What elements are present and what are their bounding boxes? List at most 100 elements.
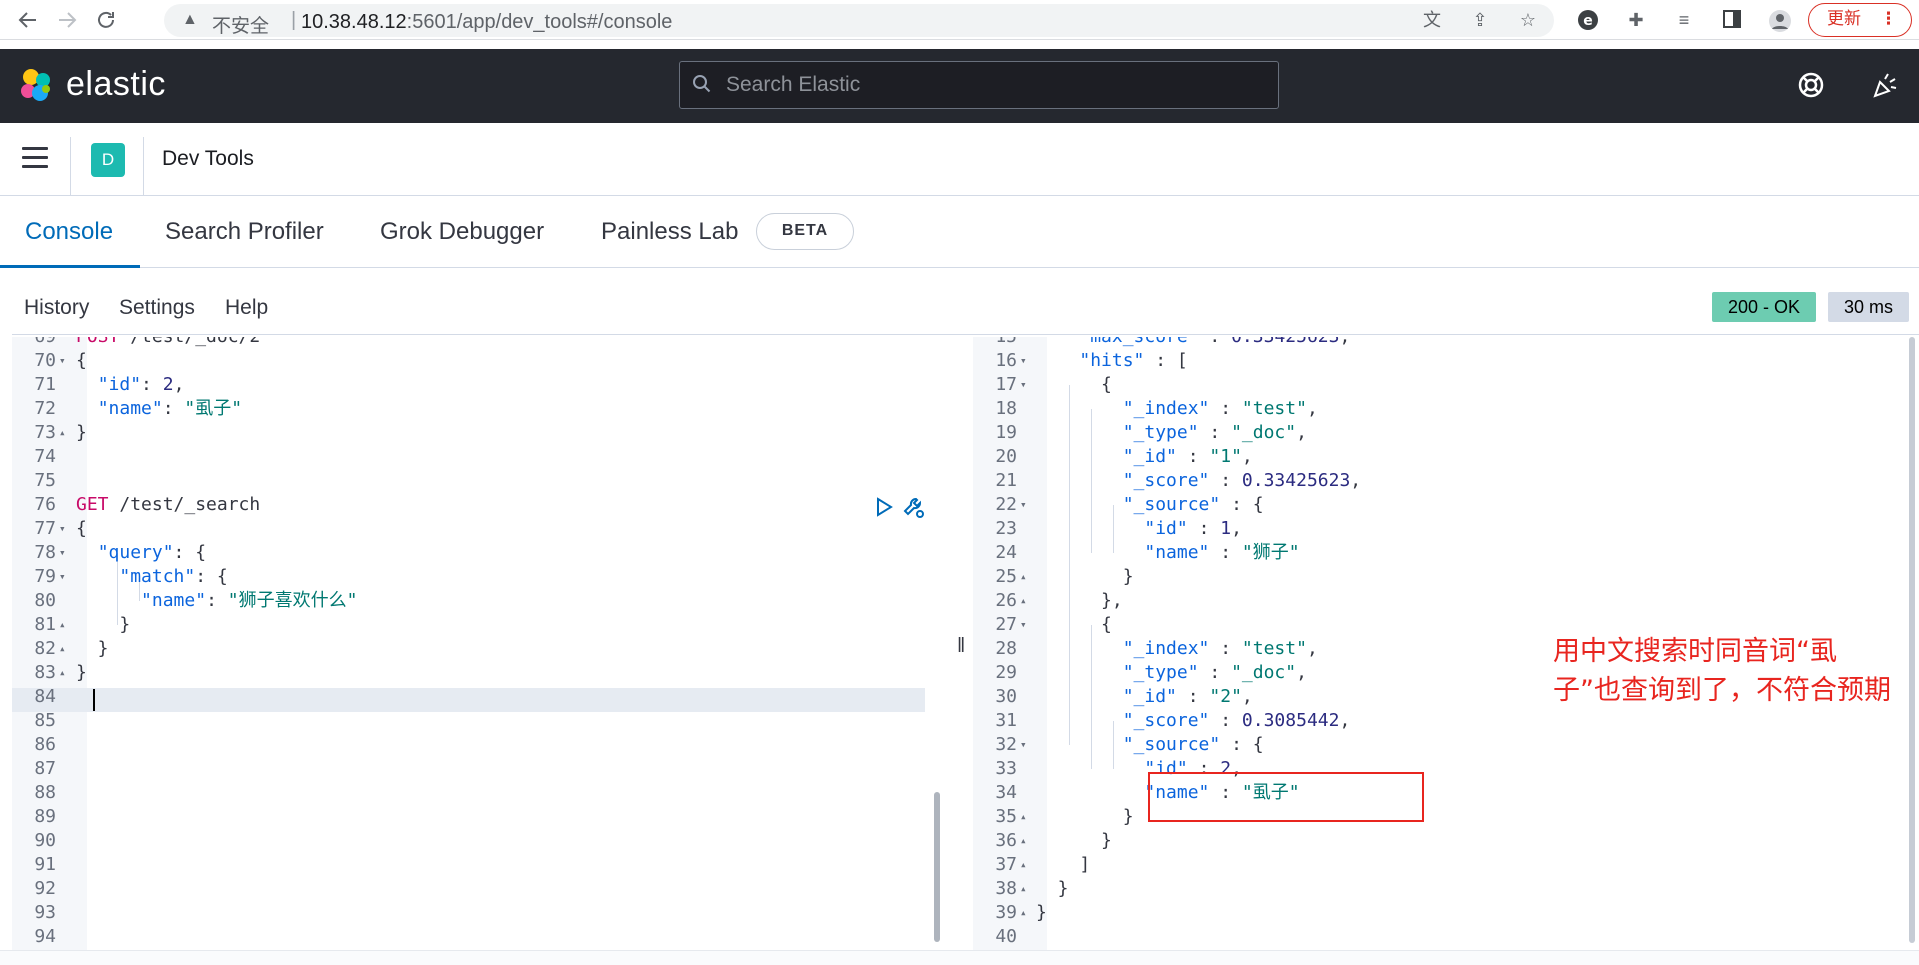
line-number: 38 (995, 878, 1017, 899)
fold-close-icon[interactable]: ▴ (1020, 901, 1027, 925)
resize-handle-icon[interactable]: ‖ (957, 635, 965, 658)
newsfeed-icon[interactable] (1870, 70, 1900, 100)
fold-close-icon[interactable]: ▴ (1020, 565, 1027, 589)
tab-console[interactable]: Console (0, 196, 140, 268)
fold-close-icon[interactable]: ▴ (1020, 853, 1027, 877)
fold-open-icon[interactable]: ▾ (59, 517, 66, 541)
scrollbar[interactable] (934, 792, 940, 942)
search-input[interactable] (726, 62, 1266, 107)
url-separator: | (291, 9, 297, 31)
line-number: 24 (995, 542, 1017, 563)
line-number: 82 (34, 638, 56, 659)
fold-open-icon[interactable]: ▾ (1020, 733, 1027, 757)
media-icon[interactable]: ≡ (1672, 9, 1696, 31)
code-text: "hits" : [ (1079, 350, 1188, 371)
line-number: 15 (973, 337, 1017, 349)
line-number: 79 (34, 566, 56, 587)
fold-close-icon[interactable]: ▴ (1020, 829, 1027, 853)
request-editor[interactable]: 69POST /test/_doc/270▾{71 "id": 2,72 "na… (12, 337, 949, 950)
scrollbar[interactable] (1909, 337, 1915, 943)
code-line: 71 "id": 2, (12, 373, 925, 397)
help-icon[interactable] (1796, 70, 1826, 100)
menu-icon[interactable] (22, 147, 48, 169)
share-icon[interactable]: ⇪ (1468, 9, 1492, 31)
sidepanel-icon[interactable] (1720, 9, 1744, 31)
fold-open-icon[interactable]: ▾ (1020, 493, 1027, 517)
play-icon[interactable] (874, 497, 894, 517)
code-line: 21 "_score" : 0.33425623, (973, 469, 1903, 493)
line-number: 89 (34, 806, 56, 827)
star-icon[interactable]: ☆ (1516, 9, 1540, 31)
reload-icon[interactable] (94, 8, 118, 32)
fold-open-icon[interactable]: ▾ (1020, 613, 1027, 637)
help-link[interactable]: Help (225, 296, 268, 320)
code-line: 40 (973, 925, 1903, 949)
code-line: 16 ▾ "hits" : [ (973, 349, 1903, 373)
code-line: 35 ▴ } (973, 805, 1903, 829)
code-text: "max_score" : 0.33425623, (1036, 337, 1350, 349)
fold-open-icon[interactable]: ▾ (59, 565, 66, 589)
code-line: 38 ▴ } (973, 877, 1903, 901)
fold-close-icon[interactable]: ▴ (1020, 877, 1027, 901)
code-text: "name": "狮子喜欢什么" (141, 590, 358, 611)
fold-open-icon[interactable]: ▾ (59, 349, 66, 373)
tab-search-profiler[interactable]: Search Profiler (165, 196, 324, 268)
code-text: "_index" : "test", (1122, 638, 1318, 659)
code-text: }, (1036, 590, 1123, 611)
not-secure-label: 不安全 (212, 15, 270, 37)
line-number: 92 (34, 878, 56, 899)
tab-painless-lab[interactable]: Painless Lab (601, 196, 738, 268)
line-number: 70 (34, 350, 56, 371)
code-text: } (76, 614, 131, 635)
fold-close-icon[interactable]: ▴ (1020, 589, 1027, 613)
line-number: 35 (995, 806, 1017, 827)
code-line: 19 "_type" : "_doc", (973, 421, 1903, 445)
fold-close-icon[interactable]: ▴ (59, 421, 66, 445)
puzzle-icon[interactable]: ✚ (1624, 9, 1648, 31)
elastic-logo-icon[interactable] (18, 67, 54, 103)
fold-close-icon[interactable]: ▴ (59, 637, 66, 661)
code-text: "query": { (97, 542, 207, 563)
global-search[interactable] (679, 61, 1279, 109)
line-number: 34 (995, 782, 1017, 803)
code-text: { (76, 350, 87, 371)
svg-text:e: e (1583, 13, 1593, 29)
fold-close-icon[interactable]: ▴ (1020, 805, 1027, 829)
history-link[interactable]: History (24, 296, 89, 320)
beta-badge: BETA (756, 213, 854, 250)
code-text: { (1036, 614, 1112, 635)
code-text: "_score" : 0.33425623, (1122, 470, 1362, 491)
extension-icon[interactable]: e (1576, 9, 1600, 31)
code-line: 33 "id" : 2, (973, 757, 1903, 781)
fold-open-icon[interactable]: ▾ (1020, 373, 1027, 397)
fold-open-icon[interactable]: ▾ (1020, 349, 1027, 373)
code-line: 18 "_index" : "test", (973, 397, 1903, 421)
code-line: 88 (12, 781, 925, 805)
fold-close-icon[interactable]: ▴ (59, 661, 66, 685)
code-line: 36 ▴ } (973, 829, 1903, 853)
back-icon[interactable] (16, 8, 40, 32)
line-number: 16 (995, 350, 1017, 371)
fold-open-icon[interactable]: ▾ (59, 541, 66, 565)
address-bar[interactable]: ▲ 不安全 | 10.38.48.12:5601/app/dev_tools#/… (164, 4, 1554, 37)
update-button[interactable]: 更新 ⋮ (1808, 3, 1912, 37)
code-text: "name" : "狮子" (1144, 542, 1300, 563)
profile-icon[interactable] (1768, 9, 1792, 32)
settings-link[interactable]: Settings (119, 296, 195, 320)
space-avatar[interactable]: D (91, 143, 125, 177)
fold-close-icon[interactable]: ▴ (59, 613, 66, 637)
dev-tools-tabs: Console Search Profiler Grok Debugger Pa… (0, 196, 1919, 268)
code-line: 39 ▴} (973, 901, 1903, 925)
code-line: 89 (12, 805, 925, 829)
forward-icon[interactable] (55, 8, 79, 32)
tab-grok-debugger[interactable]: Grok Debugger (380, 196, 544, 268)
code-line: 34 "name" : "虱子" (973, 781, 1903, 805)
line-number: 91 (34, 854, 56, 875)
code-line: 78 ▾ "query": { (12, 541, 925, 565)
line-number: 30 (995, 686, 1017, 707)
code-line: 94 (12, 925, 925, 949)
line-number: 81 (34, 614, 56, 635)
pane-resizer[interactable]: ‖ (949, 337, 973, 950)
translate-icon[interactable]: 文 (1420, 9, 1444, 31)
wrench-icon[interactable] (902, 496, 926, 520)
